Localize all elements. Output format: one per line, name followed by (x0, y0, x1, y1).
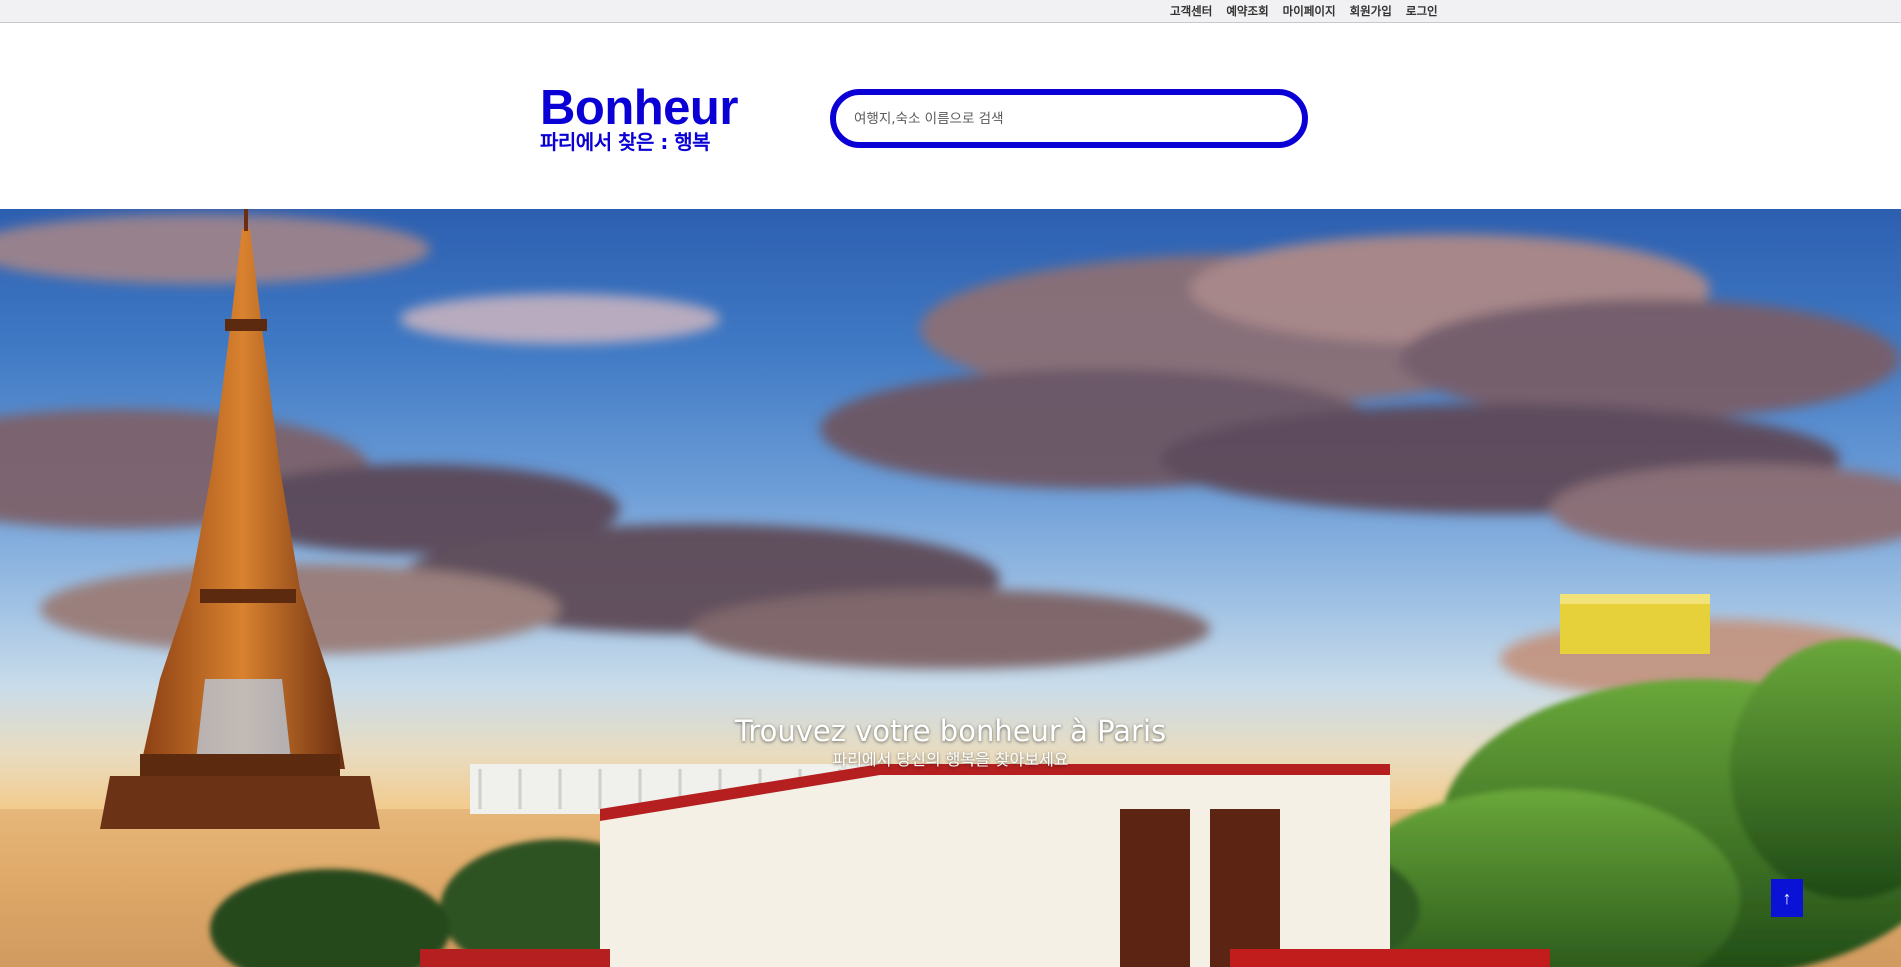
my-page-link[interactable]: 마이페이지 (1283, 3, 1336, 19)
arrow-up-icon: ↑ (1782, 888, 1792, 908)
site-logo[interactable]: Bonheur 파리에서 찾은 : 행복 (540, 83, 750, 154)
hero-banner: Trouvez votre bonheur à Paris 파리에서 당신의 행… (0, 209, 1901, 967)
sign-up-link[interactable]: 회원가입 (1350, 3, 1392, 19)
top-utility-bar: 고객센터 예약조회 마이페이지 회원가입 로그인 (0, 0, 1901, 23)
search-input[interactable] (836, 95, 1302, 142)
hero-title: Trouvez votre bonheur à Paris (734, 714, 1167, 748)
site-header: Bonheur 파리에서 찾은 : 행복 (0, 23, 1901, 209)
scroll-to-top-button[interactable]: ↑ (1771, 879, 1803, 917)
hero-text: Trouvez votre bonheur à Paris 파리에서 당신의 행… (0, 713, 1901, 770)
login-link[interactable]: 로그인 (1406, 3, 1438, 19)
top-utility-nav: 고객센터 예약조회 마이페이지 회원가입 로그인 (1170, 0, 1438, 22)
hero-photo-paris (0, 209, 1901, 967)
logo-title: Bonheur (540, 81, 738, 135)
hero-subtitle: 파리에서 당신의 행복을 찾아보세요 (832, 750, 1069, 769)
search-box (830, 89, 1308, 148)
customer-center-link[interactable]: 고객센터 (1170, 3, 1212, 19)
reservation-lookup-link[interactable]: 예약조회 (1226, 3, 1268, 19)
